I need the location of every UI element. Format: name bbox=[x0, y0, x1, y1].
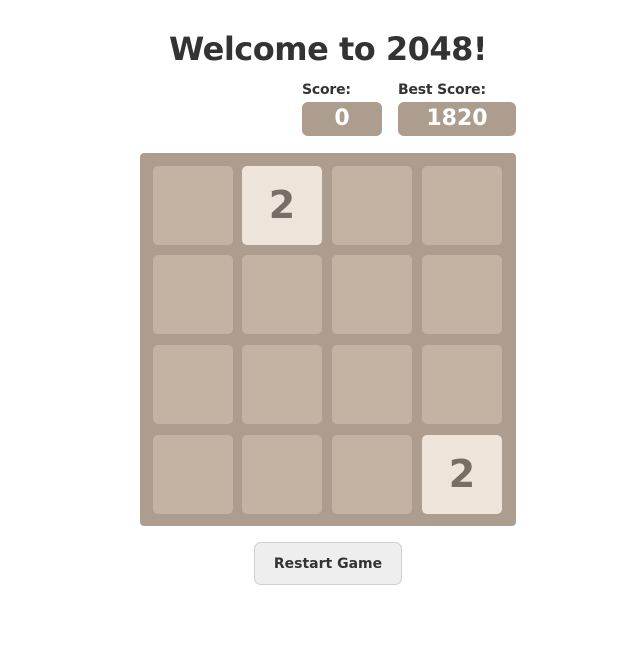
score-panel: Score: 0 bbox=[302, 80, 382, 136]
board-cell-r3-c3 bbox=[332, 345, 412, 424]
board-cell-r4-c2 bbox=[242, 435, 322, 514]
page-title: Welcome to 2048! bbox=[168, 30, 488, 68]
score-label: Score: bbox=[302, 82, 351, 98]
board-cell-r2-c2 bbox=[242, 255, 322, 334]
score-value: 0 bbox=[302, 102, 382, 136]
best-score-label: Best Score: bbox=[398, 82, 486, 98]
board-cell-r4-c1 bbox=[153, 435, 233, 514]
game-page: Welcome to 2048! Score: 0 Best Score: 18… bbox=[0, 0, 640, 657]
board-cell-r3-c1 bbox=[153, 345, 233, 424]
game-board[interactable]: 22 bbox=[140, 153, 516, 526]
board-cell-r3-c2 bbox=[242, 345, 322, 424]
board-cell-r1-c3 bbox=[332, 166, 412, 245]
board-cell-r4-c3 bbox=[332, 435, 412, 514]
board-cell-r2-c1 bbox=[153, 255, 233, 334]
board-cell-r3-c4 bbox=[422, 345, 502, 424]
board-cell-r1-c1 bbox=[153, 166, 233, 245]
board-cell-r2-c4 bbox=[422, 255, 502, 334]
restart-game-button[interactable]: Restart Game bbox=[254, 542, 402, 585]
best-score-panel: Best Score: 1820 bbox=[398, 80, 516, 136]
board-cell-r4-c4: 2 bbox=[422, 435, 502, 514]
board-cell-r1-c4 bbox=[422, 166, 502, 245]
board-cell-r1-c2: 2 bbox=[242, 166, 322, 245]
best-score-value: 1820 bbox=[398, 102, 516, 136]
board-cell-r2-c3 bbox=[332, 255, 412, 334]
